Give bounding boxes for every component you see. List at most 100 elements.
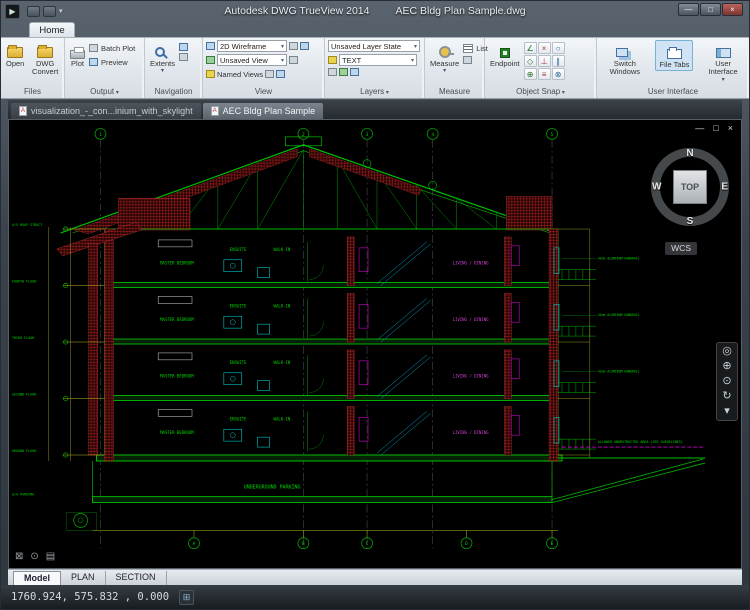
snap-angle-icon[interactable]: ∠: [524, 42, 537, 54]
layer-state-value: Unsaved Layer State: [331, 42, 401, 51]
viewcube[interactable]: N S W E TOP: [651, 148, 729, 226]
navigation-panel-label[interactable]: Navigation: [145, 86, 202, 98]
maximize-button[interactable]: □: [700, 3, 721, 16]
pan-icon[interactable]: [179, 43, 188, 51]
snap-quadrant-icon[interactable]: ⊕: [524, 68, 537, 80]
snap-perpendicular-icon[interactable]: ⊥: [538, 55, 551, 67]
layer-state-dropdown[interactable]: Unsaved Layer State: [328, 40, 420, 52]
viewcube-north[interactable]: N: [686, 148, 693, 159]
preview-button[interactable]: Preview: [89, 56, 135, 68]
canvas-corner-tools: ⊠ ⊙ ▤: [15, 551, 55, 562]
status-bar: 1760.924, 575.832 , 0.000 ⊞: [1, 585, 749, 609]
viewport-minimize-icon[interactable]: —: [695, 123, 704, 133]
snap-center-icon[interactable]: ○: [552, 42, 565, 54]
snap-node-icon[interactable]: ◇: [524, 55, 537, 67]
navigation-bar: ◎ ⊕ ⊙ ↻ ▾: [716, 342, 738, 421]
app-logo-icon: ▶: [9, 7, 15, 16]
measure-tape-icon: [439, 46, 451, 58]
viewport-config-icon[interactable]: [289, 42, 298, 50]
visual-style-dropdown[interactable]: 2D Wireframe: [217, 40, 287, 52]
viewcube-south[interactable]: S: [687, 216, 694, 227]
orbit-icon[interactable]: ↻: [722, 391, 731, 402]
zoom-icon[interactable]: ⊕: [722, 361, 731, 372]
qat-dropdown-icon[interactable]: ▾: [59, 7, 63, 15]
file-tab-visualization[interactable]: visualization_-_con...inium_with_skyligh…: [11, 103, 201, 119]
steering-wheel-icon[interactable]: ◎: [722, 346, 732, 357]
view-state-value: Unsaved View: [220, 56, 268, 65]
snap-parallel-icon[interactable]: ∥: [552, 55, 565, 67]
svg-text:3: 3: [366, 132, 369, 138]
svg-text:C: C: [366, 541, 369, 547]
viewport-restore-icon[interactable]: [289, 56, 298, 64]
qat-plot-icon[interactable]: [43, 6, 56, 17]
named-views-button[interactable]: Named Views: [206, 68, 263, 80]
qat-open-icon[interactable]: [27, 6, 40, 17]
navbar-menu-icon[interactable]: ▾: [724, 406, 730, 417]
measure-button[interactable]: Measure: [428, 40, 461, 76]
batch-plot-button[interactable]: Batch Plot: [89, 42, 135, 54]
tab-plan[interactable]: PLAN: [61, 571, 106, 585]
tab-section[interactable]: SECTION: [106, 571, 167, 585]
endpoint-label: Endpoint: [490, 60, 520, 68]
tab-home[interactable]: Home: [29, 22, 75, 37]
viewcube-top-face[interactable]: TOP: [673, 170, 707, 204]
application-menu-button[interactable]: ▶: [5, 4, 20, 19]
snap-nearest-icon[interactable]: ≡: [538, 68, 551, 80]
dwg-convert-button[interactable]: DWG Convert: [28, 40, 62, 78]
ribbon-panel-view: 2D Wireframe Unsaved View: [203, 38, 325, 98]
layers-panel-label[interactable]: Layers: [325, 86, 424, 98]
snap-mode-grid: ∠ × ○ ◇ ⊥ ∥ ⊕ ≡ ⊗: [524, 42, 565, 80]
viewport-join-icon[interactable]: [300, 42, 309, 50]
files-panel-label[interactable]: Files: [1, 86, 64, 98]
endpoint-button[interactable]: Endpoint: [488, 40, 522, 69]
svg-text:GROUND FLOOR: GROUND FLOOR: [12, 449, 37, 453]
snap-intersection-icon[interactable]: ×: [538, 42, 551, 54]
object-snap-panel-label[interactable]: Object Snap: [485, 86, 596, 98]
drawing-viewport[interactable]: MASTER BEDROOM ENSUITE WALK-IN LIVING / …: [8, 119, 742, 569]
layer-isolate-icon[interactable]: [328, 68, 337, 76]
user-interface-panel-label[interactable]: User Interface: [597, 86, 749, 98]
orbit-icon[interactable]: [179, 53, 188, 61]
output-panel-label[interactable]: Output: [65, 86, 144, 98]
zoom-tool-icon[interactable]: ⊙: [30, 551, 38, 562]
wcs-dropdown[interactable]: WCS: [665, 242, 697, 255]
svg-text:FOURTH FLOOR: FOURTH FLOOR: [12, 280, 37, 284]
id-point-icon[interactable]: [463, 56, 472, 64]
minimize-button[interactable]: —: [678, 3, 699, 16]
measure-panel-label[interactable]: Measure: [425, 86, 484, 98]
close-button[interactable]: ×: [722, 3, 743, 16]
current-layer-dropdown[interactable]: TEXT: [339, 54, 417, 66]
viewport-close-icon[interactable]: ×: [728, 123, 733, 133]
switch-windows-button[interactable]: Switch Windows: [604, 40, 646, 78]
view-state-dropdown[interactable]: Unsaved View: [217, 54, 287, 66]
cad-drawing[interactable]: MASTER BEDROOM ENSUITE WALK-IN LIVING / …: [9, 120, 741, 568]
snap-tangent-icon[interactable]: ⊗: [552, 68, 565, 80]
view-next-icon[interactable]: [276, 70, 285, 78]
svg-text:42mm ALUMINUM HANDRAIL: 42mm ALUMINUM HANDRAIL: [598, 257, 640, 261]
viewcube-east[interactable]: E: [721, 182, 728, 193]
preview-icon: [89, 58, 98, 66]
layer-freeze-icon[interactable]: [339, 68, 348, 76]
ribbon: Open DWG Convert Files Plot Batch Plo: [1, 37, 749, 99]
document-title: AEC Bldg Plan Sample.dwg: [395, 5, 525, 17]
svg-text:SECOND FLOOR: SECOND FLOOR: [12, 393, 37, 397]
tab-model[interactable]: Model: [13, 571, 61, 585]
viewport-restore-icon[interactable]: □: [713, 123, 718, 133]
file-tabs-button[interactable]: File Tabs: [655, 40, 693, 71]
magnifier-icon: [155, 47, 165, 57]
ucs-icon[interactable]: ⊠: [15, 551, 23, 562]
open-button[interactable]: Open: [4, 40, 26, 69]
zoom-extents-button[interactable]: Extents: [148, 40, 177, 76]
view-panel-label[interactable]: View: [203, 86, 324, 98]
user-interface-button[interactable]: User Interface: [703, 40, 743, 84]
layout-tool-icon[interactable]: ▤: [46, 551, 55, 562]
plot-button[interactable]: Plot: [68, 40, 87, 69]
view-previous-icon[interactable]: [265, 70, 274, 78]
open-folder-icon: [7, 47, 23, 58]
infer-constraints-icon[interactable]: ⊞: [179, 590, 194, 605]
layer-off-icon[interactable]: [350, 68, 359, 76]
pan-icon[interactable]: ⊙: [722, 376, 731, 387]
viewcube-west[interactable]: W: [652, 182, 661, 193]
visual-style-value: 2D Wireframe: [220, 42, 266, 51]
file-tab-aec-bldg-plan[interactable]: AEC Bldg Plan Sample: [203, 103, 324, 119]
